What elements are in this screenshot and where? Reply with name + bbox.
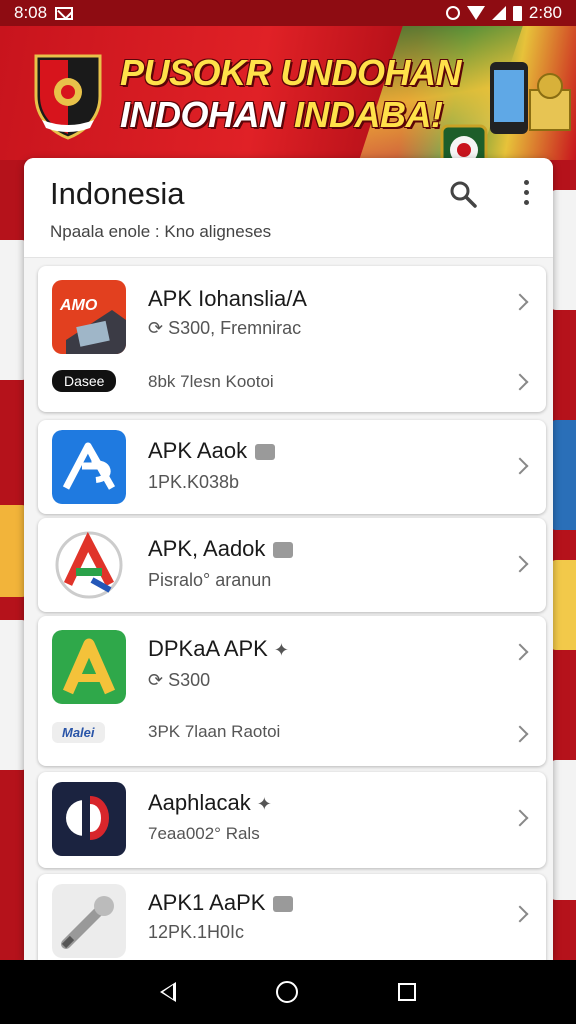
banner-title: PUSOKR UNDOHAN INDOHAN INDABA! (120, 52, 480, 136)
search-icon[interactable] (449, 180, 477, 208)
side-decoration-right (550, 560, 576, 650)
app-name: Aaphlacak ✦ (148, 790, 272, 816)
app-meta-secondary: 8bk 7lesn Kootoi (148, 372, 274, 391)
app-tag-icon (273, 896, 294, 913)
app-name-text: APK, Aadok (148, 536, 266, 561)
app-list-sheet: Indonesia Npaala enole : Kno aligneses A… (24, 158, 553, 960)
app-name: APK Aaok (148, 438, 276, 464)
sparkle-icon: ✦ (273, 640, 289, 660)
banner-line-1: PUSOKR UNDOHAN (120, 52, 462, 93)
promo-banner[interactable]: PUSOKR UNDOHAN INDOHAN INDABA! (0, 26, 576, 160)
chevron-right-icon (511, 643, 529, 661)
chevron-right-icon (511, 809, 529, 827)
app-meta-text: S300, Fremnirac (168, 318, 302, 338)
app-tag-icon (255, 444, 276, 461)
app-meta: 7eaa002° Rals (148, 824, 260, 843)
chevron-right-icon (511, 293, 529, 311)
signal-icon (491, 6, 506, 20)
navigation-bar (0, 960, 576, 1024)
app-meta: Pisralo° aranun (148, 570, 272, 590)
app-icon (52, 528, 126, 602)
refresh-icon: ⟳ (148, 318, 164, 338)
status-bar: 8:08 2:80 (0, 0, 576, 26)
app-card[interactable]: APK1 AaPK 12PK.1H0Ic (38, 874, 546, 960)
status-time-right: 2:80 (528, 3, 562, 22)
home-icon[interactable] (276, 981, 298, 1003)
product-jar-icon (440, 124, 488, 160)
page-subtitle: Npaala enole : Kno aligneses (50, 222, 272, 241)
app-tag-icon (273, 542, 294, 559)
mail-icon (55, 6, 74, 20)
chevron-right-icon (511, 555, 529, 573)
app-name: APK, Aadok (148, 536, 294, 562)
sparkle-icon: ✦ (256, 794, 272, 814)
banner-line-2b: INDABA! (294, 94, 443, 135)
app-name: APK Iohanslia/A (148, 286, 307, 311)
smartphone-icon (490, 62, 528, 134)
recent-apps-icon[interactable] (398, 983, 416, 1001)
battery-icon (512, 5, 522, 21)
app-name: DPKaA APK ✦ (148, 636, 289, 662)
app-meta-text: S300 (168, 670, 211, 690)
side-decoration-right (550, 760, 576, 900)
status-time-left: 8:08 (14, 3, 48, 22)
gift-box-icon (529, 73, 571, 131)
app-meta: ⟳ S300 (148, 670, 210, 691)
chevron-right-icon (511, 373, 529, 391)
app-meta: 12PK.1H0Ic (148, 922, 245, 942)
app-card[interactable]: DPKaA APK ✦ ⟳ S300 Malei 3PK 7laan Raotoi (38, 616, 546, 766)
chevron-right-icon (511, 725, 529, 743)
app-card[interactable]: Aaphlacak ✦ 7eaa002° Rals (38, 772, 546, 868)
app-badge[interactable]: Malei (52, 722, 105, 743)
chevron-right-icon (511, 457, 529, 475)
banner-line-2a: INDOHAN (120, 94, 294, 135)
app-icon (52, 630, 126, 704)
app-icon (52, 430, 126, 504)
refresh-icon: ⟳ (148, 670, 164, 690)
app-icon (52, 782, 126, 856)
app-icon: AMO (52, 280, 126, 354)
alarm-icon (445, 6, 460, 20)
wifi-icon (466, 6, 485, 20)
app-card[interactable]: APK Aaok 1PK.K038b (38, 420, 546, 514)
more-options-icon[interactable] (521, 180, 531, 208)
app-card[interactable]: APK, Aadok Pisralo° aranun (38, 518, 546, 612)
svg-text:AMO: AMO (59, 297, 98, 314)
app-icon (52, 884, 126, 958)
app-meta-secondary: 3PK 7laan Raotoi (148, 722, 281, 741)
app-name: APK1 AaPK (148, 890, 294, 916)
side-decoration-right (550, 420, 576, 530)
app-meta: ⟳ S300, Fremnirac (148, 318, 301, 339)
app-badge[interactable]: Dasee (52, 370, 117, 392)
sheet-header: Indonesia Npaala enole : Kno aligneses (24, 158, 553, 258)
app-card[interactable]: AMO APK Iohanslia/A ⟳ S300, Fremnirac Da… (38, 266, 546, 412)
garuda-emblem-icon (34, 54, 102, 140)
app-name-text: APK Aaok (148, 438, 248, 463)
app-name-text: DPKaA APK (148, 636, 268, 661)
app-meta: 1PK.K038b (148, 472, 240, 492)
side-decoration-right (550, 190, 576, 310)
app-name-text: Aaphlacak (148, 790, 251, 815)
chevron-right-icon (511, 905, 529, 923)
back-icon[interactable] (160, 982, 176, 1002)
app-name-text: APK1 AaPK (148, 890, 266, 915)
